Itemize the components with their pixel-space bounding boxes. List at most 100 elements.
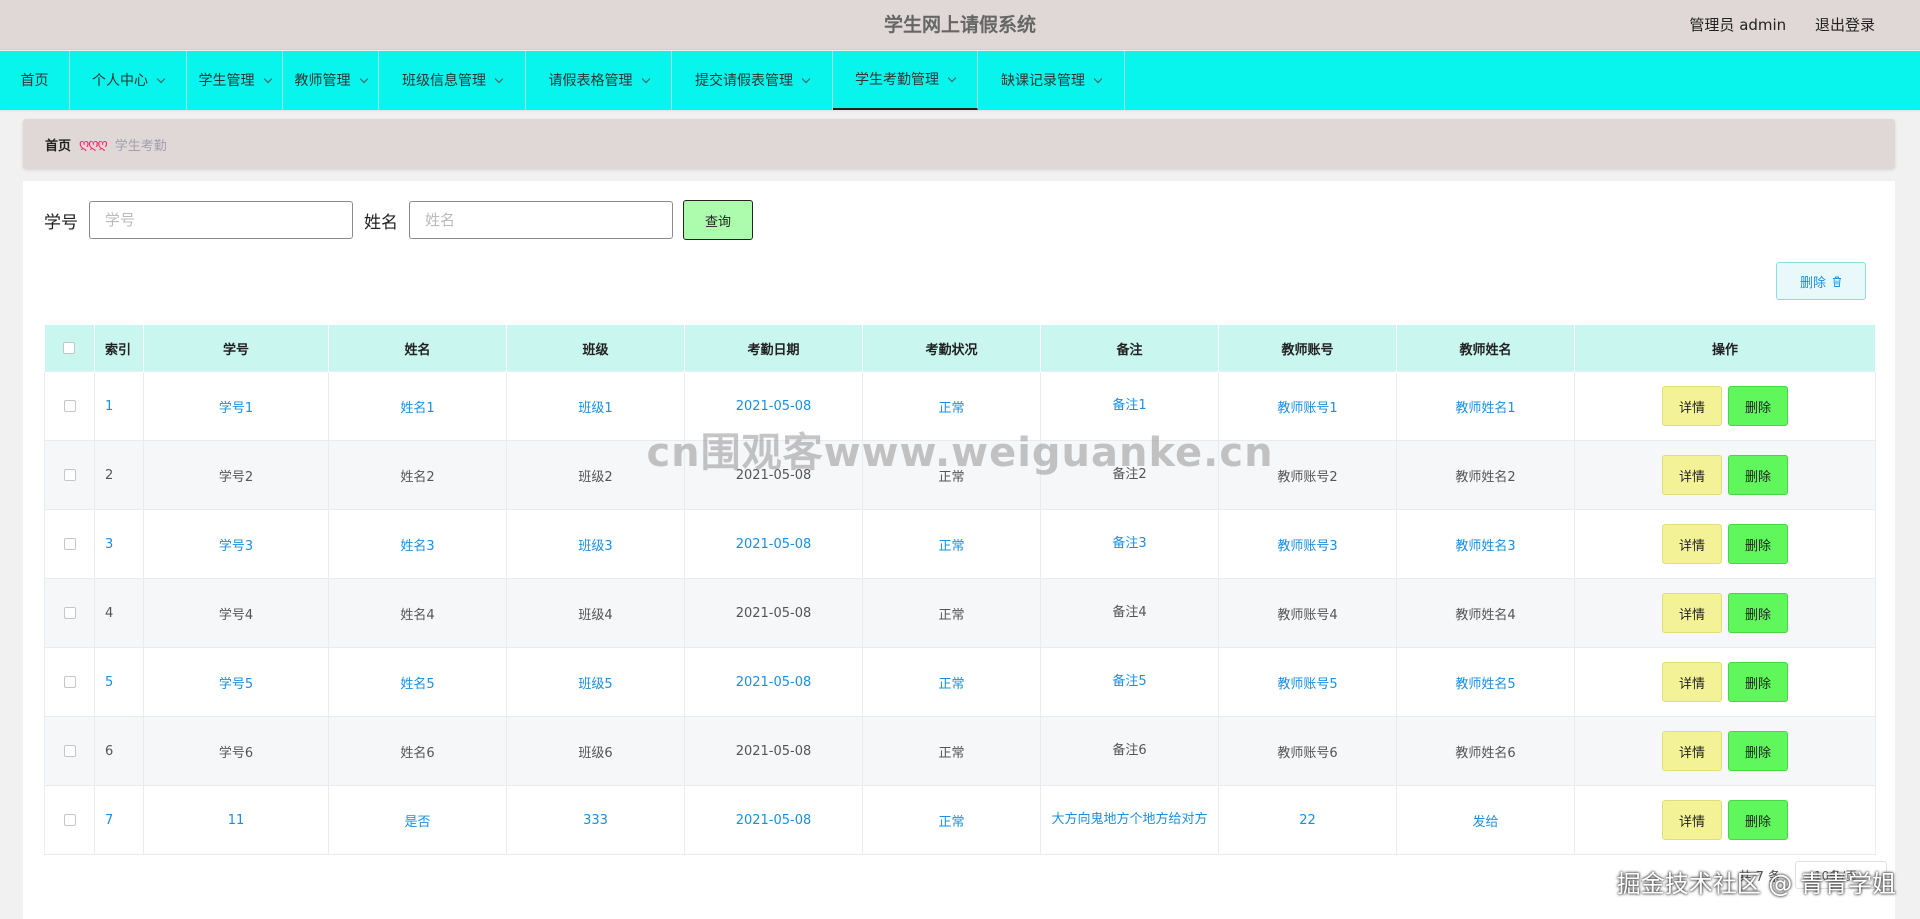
row-checkbox[interactable] <box>63 400 76 412</box>
pagination: 共 7 条 10条/页 <box>1738 861 1895 889</box>
table-cell: 姓名6 <box>328 716 507 786</box>
bulk-delete-label: 删除 <box>1799 275 1826 291</box>
table-cell: 教师姓名2 <box>1396 440 1575 510</box>
name-input[interactable] <box>409 201 673 239</box>
table-cell: 大方向鬼地方个地方给对方 <box>1040 785 1219 855</box>
table-cell: 2021-05-08 <box>684 785 863 855</box>
page-size-select[interactable]: 10条/页 <box>1795 861 1887 889</box>
nav-item-4[interactable]: 班级信息管理 <box>379 51 526 110</box>
table-cell: 5 <box>94 647 144 717</box>
table-cell: 姓名2 <box>328 440 507 510</box>
table-cell: 姓名5 <box>328 647 507 717</box>
nav-item-8[interactable]: 缺课记录管理 <box>978 51 1125 110</box>
delete-button[interactable]: 删除 <box>1728 593 1788 633</box>
table-cell: 4 <box>94 578 144 648</box>
delete-button[interactable]: 删除 <box>1728 386 1788 426</box>
delete-button[interactable]: 删除 <box>1728 455 1788 495</box>
chevron-down-icon <box>263 74 272 83</box>
detail-button[interactable]: 详情 <box>1662 524 1722 564</box>
chevron-down-icon <box>156 74 166 83</box>
nav-item-0[interactable]: 首页 <box>0 51 70 110</box>
chevron-down-icon <box>1093 74 1103 83</box>
detail-button[interactable]: 详情 <box>1662 386 1722 426</box>
row-checkbox[interactable] <box>63 607 76 619</box>
delete-button[interactable]: 删除 <box>1728 662 1788 702</box>
table-cell: 2021-05-08 <box>684 440 863 510</box>
table-cell: 2021-05-08 <box>684 578 863 648</box>
search-button[interactable]: 查询 <box>683 200 753 240</box>
row-select-cell <box>44 647 95 717</box>
row-checkbox[interactable] <box>63 745 76 757</box>
chevron-down-icon <box>359 74 368 83</box>
delete-button[interactable]: 删除 <box>1728 524 1788 564</box>
nav-item-1[interactable]: 个人中心 <box>70 51 187 110</box>
nav-item-label: 学生管理 <box>198 72 255 89</box>
delete-button[interactable]: 删除 <box>1728 731 1788 771</box>
nav-item-7[interactable]: 学生考勤管理 <box>833 51 978 110</box>
user-area: 管理员 admin 退出登录 <box>1665 0 1875 50</box>
chevron-down-icon <box>801 74 811 83</box>
student-no-input[interactable] <box>89 201 353 239</box>
nav-item-3[interactable]: 教师管理 <box>283 51 379 110</box>
top-header: 学生网上请假系统 管理员 admin 退出登录 <box>0 0 1920 50</box>
actions-cell: 详情 删除 <box>1574 716 1876 786</box>
breadcrumb: 首页 ღღღ 学生考勤 <box>23 119 1895 169</box>
row-checkbox[interactable] <box>63 469 76 481</box>
table-row: 2 学号2 姓名2 班级2 2021-05-08 正常 备注2 教师账号2 教师姓名2 详情 删除 <box>44 440 1876 510</box>
table-cell: 教师账号6 <box>1218 716 1397 786</box>
detail-button[interactable]: 详情 <box>1662 800 1722 840</box>
table-cell: 备注4 <box>1040 578 1219 648</box>
actions-cell: 详情 删除 <box>1574 440 1876 510</box>
table-cell: 是否 <box>328 785 507 855</box>
table-cell: 333 <box>506 785 685 855</box>
column-header: 备注 <box>1040 325 1219 372</box>
table-cell: 备注1 <box>1040 371 1219 441</box>
detail-button[interactable]: 详情 <box>1662 593 1722 633</box>
nav-item-label: 首页 <box>20 72 49 89</box>
detail-button[interactable]: 详情 <box>1662 731 1722 771</box>
page-size-value: 10条/页 <box>1814 868 1858 883</box>
row-select-cell <box>44 509 95 579</box>
table-cell: 学号2 <box>143 440 329 510</box>
chevron-down-icon <box>947 73 957 82</box>
nav-item-5[interactable]: 请假表格管理 <box>526 51 672 110</box>
table-cell: 教师姓名4 <box>1396 578 1575 648</box>
delete-button[interactable]: 删除 <box>1728 800 1788 840</box>
table-row: 4 学号4 姓名4 班级4 2021-05-08 正常 备注4 教师账号4 教师姓名4 详情 删除 <box>44 578 1876 648</box>
table-cell: 备注5 <box>1040 647 1219 717</box>
column-header: 操作 <box>1574 325 1876 372</box>
nav-item-label: 学生考勤管理 <box>855 71 939 88</box>
table-cell: 教师账号2 <box>1218 440 1397 510</box>
column-header: 教师账号 <box>1218 325 1397 372</box>
table-cell: 学号5 <box>143 647 329 717</box>
logout-link[interactable]: 退出登录 <box>1815 16 1875 34</box>
table-cell: 姓名1 <box>328 371 507 441</box>
table-cell: 备注2 <box>1040 440 1219 510</box>
row-select-cell <box>44 716 95 786</box>
table-cell: 3 <box>94 509 144 579</box>
breadcrumb-home[interactable]: 首页 <box>45 135 71 154</box>
bulk-delete-button[interactable]: 删除 <box>1776 262 1866 300</box>
row-checkbox[interactable] <box>63 676 76 688</box>
select-all-checkbox[interactable] <box>63 342 76 354</box>
table-row: 5 学号5 姓名5 班级5 2021-05-08 正常 备注5 教师账号5 教师姓名5 详情 删除 <box>44 647 1876 717</box>
pagination-total: 共 7 条 <box>1738 869 1781 885</box>
row-checkbox[interactable] <box>63 814 76 826</box>
row-select-cell <box>44 371 95 441</box>
student-no-label: 学号 <box>44 212 78 233</box>
detail-button[interactable]: 详情 <box>1662 455 1722 495</box>
table-cell: 正常 <box>862 440 1041 510</box>
search-bar: 学号 姓名 查询 <box>44 200 753 240</box>
table-cell: 班级4 <box>506 578 685 648</box>
table-cell: 教师姓名1 <box>1396 371 1575 441</box>
row-checkbox[interactable] <box>63 538 76 550</box>
detail-button[interactable]: 详情 <box>1662 662 1722 702</box>
nav-item-6[interactable]: 提交请假表管理 <box>672 51 833 110</box>
table-cell: 学号4 <box>143 578 329 648</box>
column-header: 教师姓名 <box>1396 325 1575 372</box>
table-cell: 班级2 <box>506 440 685 510</box>
user-label: 管理员 admin <box>1689 16 1787 34</box>
nav-item-2[interactable]: 学生管理 <box>187 51 283 110</box>
table-cell: 教师姓名6 <box>1396 716 1575 786</box>
table-cell: 备注6 <box>1040 716 1219 786</box>
